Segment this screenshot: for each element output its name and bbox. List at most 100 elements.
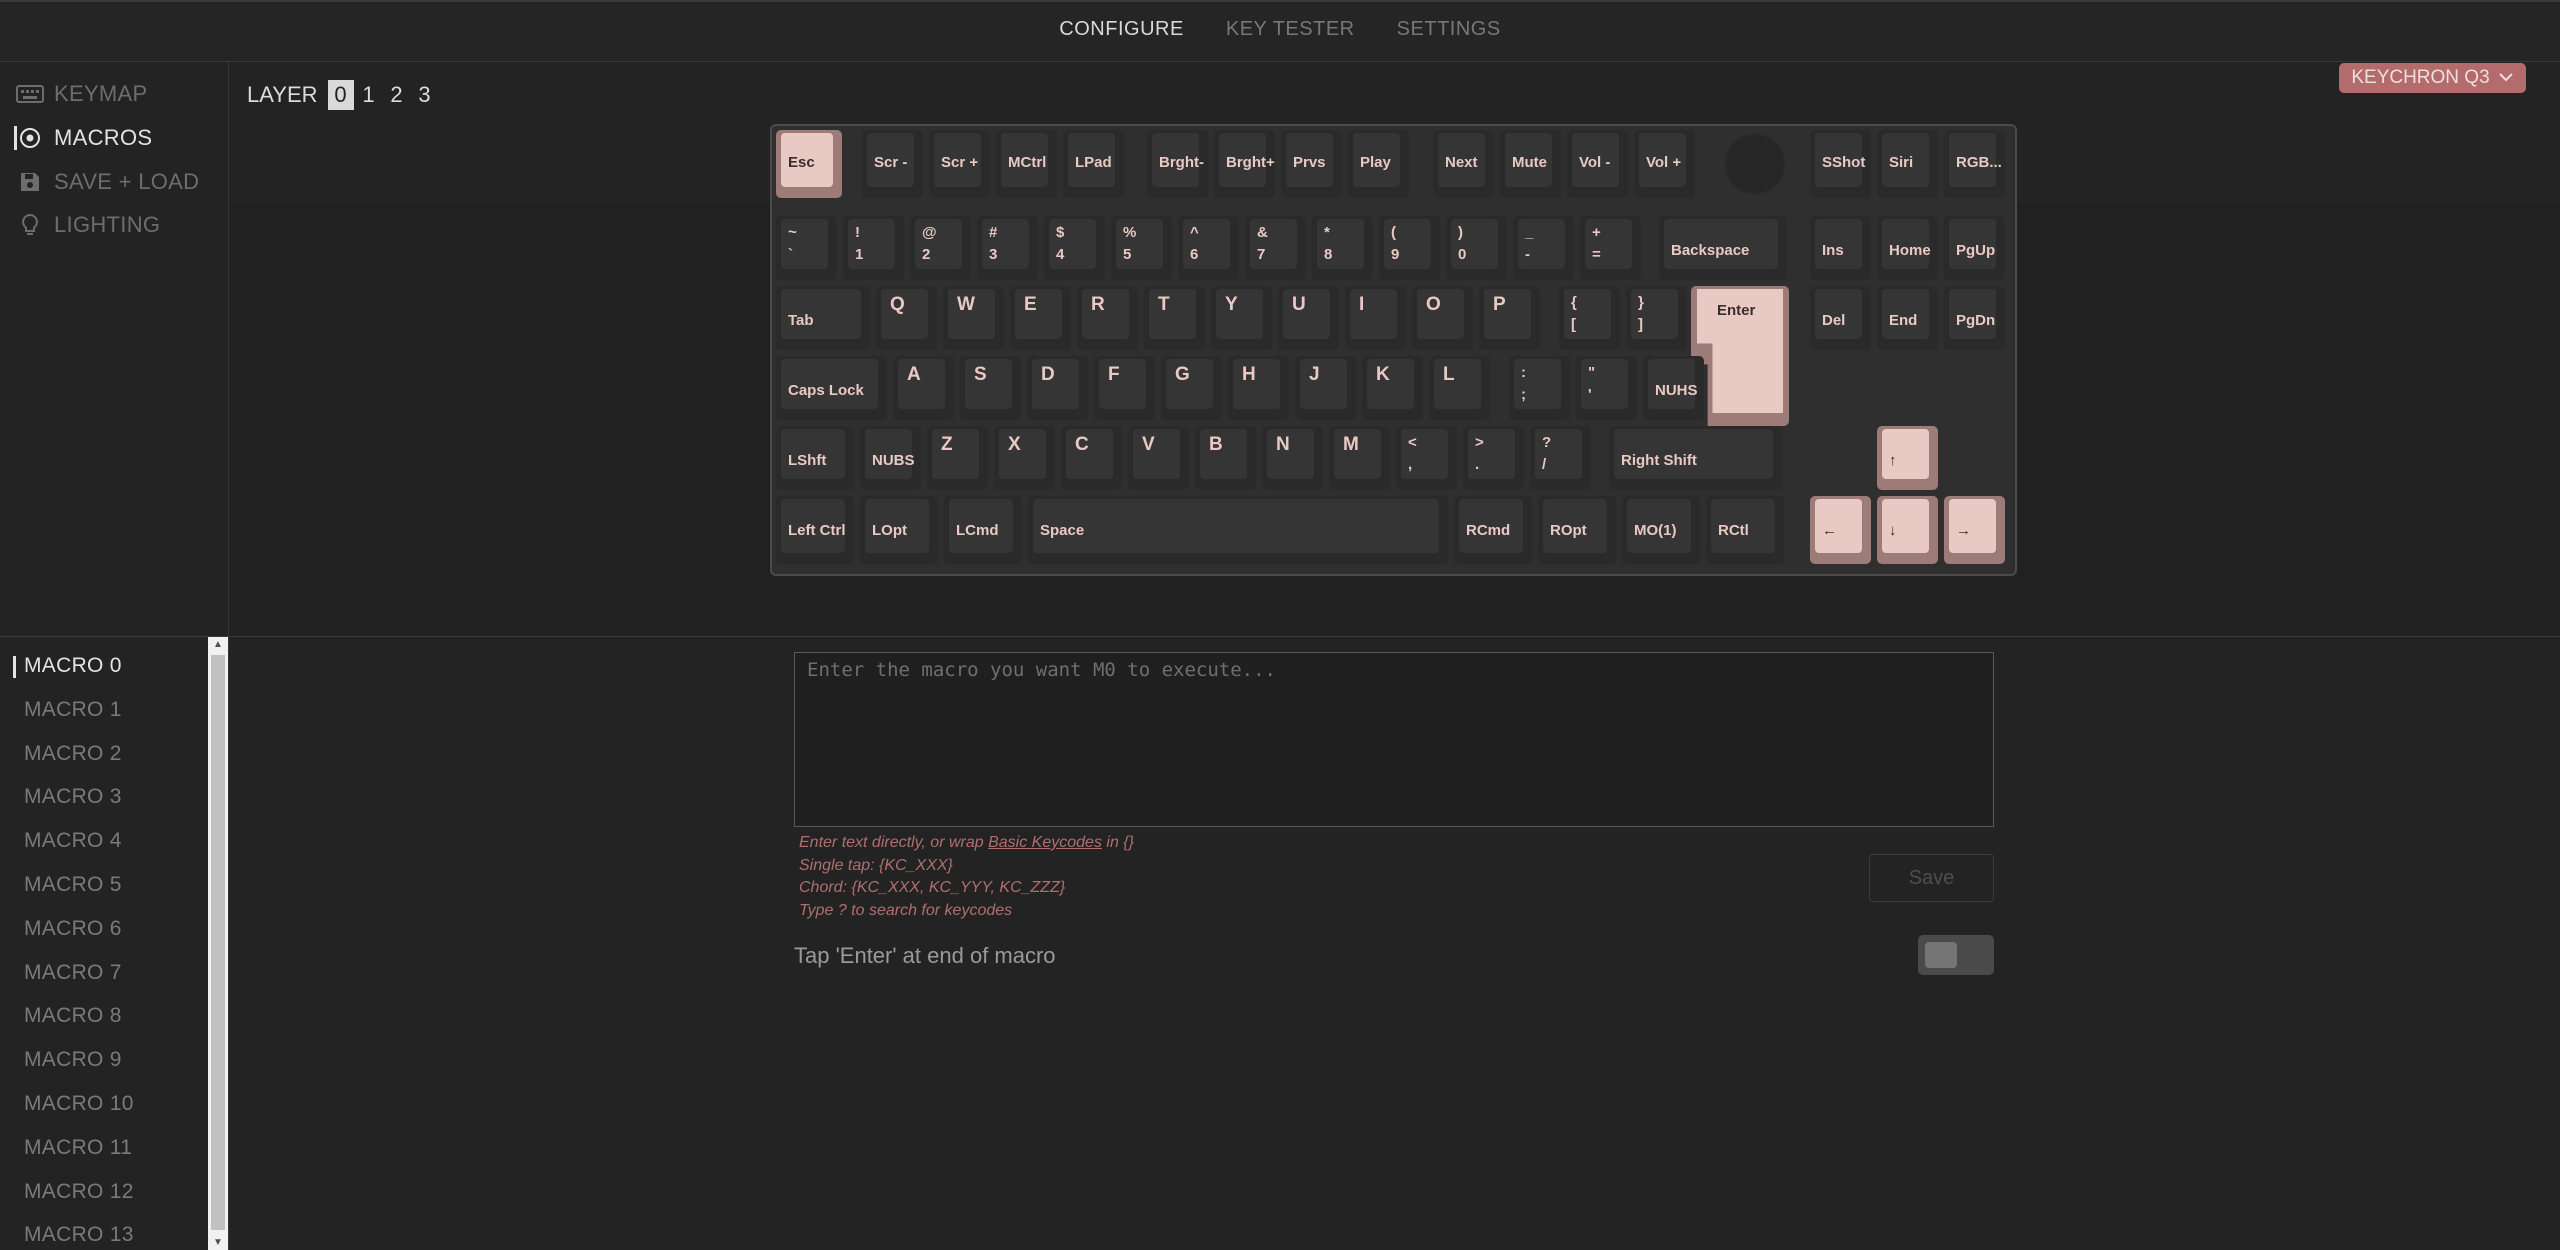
key-nuhs[interactable]: NUHS — [1643, 356, 1704, 420]
key-8[interactable]: * 8 — [1312, 216, 1373, 280]
key-lopt[interactable]: LOpt — [860, 496, 938, 564]
macro-list-item[interactable]: MACRO 0 — [13, 654, 122, 678]
key-w[interactable]: W — [943, 286, 1004, 350]
macro-list-item[interactable]: MACRO 11 — [24, 1136, 132, 1160]
key-scr[interactable]: Scr - — [862, 130, 923, 198]
key-tab[interactable]: Tab — [776, 286, 870, 350]
macro-list-item[interactable]: MACRO 2 — [24, 742, 122, 766]
layer-0-button[interactable]: 0 — [327, 80, 354, 110]
key-symbol[interactable]: >. — [1463, 426, 1524, 490]
key-3[interactable]: #3 — [977, 216, 1038, 280]
key-rgb[interactable]: RGB... — [1944, 130, 2005, 198]
key-siri[interactable]: Siri — [1877, 130, 1938, 198]
key-x[interactable]: X — [994, 426, 1055, 490]
key-mute[interactable]: Mute — [1500, 130, 1561, 198]
key-right-shift[interactable]: Right Shift — [1609, 426, 1782, 490]
key-t[interactable]: T — [1144, 286, 1205, 350]
tab-key-tester[interactable]: KEY TESTER — [1226, 18, 1355, 41]
macro-list-scrollbar[interactable]: ▲ ▼ — [208, 637, 228, 1250]
key-q[interactable]: Q — [876, 286, 937, 350]
key-y[interactable]: Y — [1211, 286, 1272, 350]
key-play[interactable]: Play — [1348, 130, 1409, 198]
key-i[interactable]: I — [1345, 286, 1406, 350]
key-nubs[interactable]: NUBS — [860, 426, 921, 490]
key-mo-1[interactable]: MO(1) — [1622, 496, 1700, 564]
key-b[interactable]: B — [1195, 426, 1256, 490]
key-sshot[interactable]: SShot — [1810, 130, 1871, 198]
key-symbol[interactable]: {[ — [1559, 286, 1620, 350]
key-symbol[interactable]: → — [1944, 496, 2005, 564]
key-symbol[interactable]: }] — [1626, 286, 1687, 350]
key-2[interactable]: @2 — [910, 216, 971, 280]
sidebar-item-lighting[interactable]: LIGHTING — [14, 207, 160, 243]
key-rcmd[interactable]: RCmd — [1454, 496, 1532, 564]
macro-list-item[interactable]: MACRO 12 — [24, 1180, 134, 1204]
key-left-ctrl[interactable]: Left Ctrl — [776, 496, 854, 564]
key-vol[interactable]: Vol - — [1567, 130, 1628, 198]
key-backspace[interactable]: Backspace — [1659, 216, 1787, 280]
key-a[interactable]: A — [893, 356, 954, 420]
key-rctl[interactable]: RCtl — [1706, 496, 1784, 564]
key-n[interactable]: N — [1262, 426, 1323, 490]
key-enter[interactable]: Enter — [1691, 286, 1789, 426]
key-symbol[interactable]: <, — [1396, 426, 1457, 490]
key-ins[interactable]: Ins — [1810, 216, 1871, 280]
key-brght[interactable]: Brght+ — [1214, 130, 1275, 198]
key-space[interactable]: Space — [1028, 496, 1448, 564]
key-c[interactable]: C — [1061, 426, 1122, 490]
key-4[interactable]: $4 — [1044, 216, 1105, 280]
key-ropt[interactable]: ROpt — [1538, 496, 1616, 564]
key-symbol[interactable]: ? / — [1530, 426, 1591, 490]
macro-list-item[interactable]: MACRO 7 — [24, 961, 122, 985]
key-j[interactable]: J — [1295, 356, 1356, 420]
key-6[interactable]: ^ 6 — [1178, 216, 1239, 280]
key-o[interactable]: O — [1412, 286, 1473, 350]
rotary-knob[interactable] — [1724, 133, 1786, 195]
key-0[interactable]: ) 0 — [1446, 216, 1507, 280]
key-d[interactable]: D — [1027, 356, 1088, 420]
key-l[interactable]: L — [1429, 356, 1490, 420]
key-u[interactable]: U — [1278, 286, 1339, 350]
key-p[interactable]: P — [1479, 286, 1540, 350]
key-s[interactable]: S — [960, 356, 1021, 420]
key-symbol[interactable]: ↓ — [1877, 496, 1938, 564]
layer-2-button[interactable]: 2 — [384, 80, 410, 110]
tab-configure[interactable]: CONFIGURE — [1059, 18, 1184, 41]
tab-settings[interactable]: SETTINGS — [1397, 18, 1501, 41]
key-z[interactable]: Z — [927, 426, 988, 490]
tap-enter-toggle[interactable] — [1918, 935, 1994, 975]
key-h[interactable]: H — [1228, 356, 1289, 420]
key-7[interactable]: & 7 — [1245, 216, 1306, 280]
key-pgup[interactable]: PgUp — [1944, 216, 2005, 280]
key-symbol[interactable]: :; — [1509, 356, 1570, 420]
key-mctrl[interactable]: MCtrl — [996, 130, 1057, 198]
key-pgdn[interactable]: PgDn — [1944, 286, 2005, 350]
macro-input[interactable]: Enter the macro you want M0 to execute..… — [794, 652, 1994, 827]
key-1[interactable]: ! 1 — [843, 216, 904, 280]
save-button[interactable]: Save — [1869, 854, 1994, 902]
key-symbol[interactable]: ↑ — [1877, 426, 1938, 490]
key-e[interactable]: E — [1010, 286, 1071, 350]
key-f[interactable]: F — [1094, 356, 1155, 420]
key-symbol[interactable]: " ' — [1576, 356, 1637, 420]
key-home[interactable]: Home — [1877, 216, 1938, 280]
key-caps-lock[interactable]: Caps Lock — [776, 356, 887, 420]
key-k[interactable]: K — [1362, 356, 1423, 420]
key-m[interactable]: M — [1329, 426, 1390, 490]
layer-3-button[interactable]: 3 — [412, 80, 438, 110]
key-next[interactable]: Next — [1433, 130, 1494, 198]
sidebar-item-macros[interactable]: MACROS — [14, 120, 152, 156]
macro-list-item[interactable]: MACRO 13 — [24, 1223, 134, 1247]
key-vol[interactable]: Vol + — [1634, 130, 1695, 198]
key-lcmd[interactable]: LCmd — [944, 496, 1022, 564]
key-v[interactable]: V — [1128, 426, 1189, 490]
scroll-thumb[interactable] — [211, 655, 225, 1230]
macro-list-item[interactable]: MACRO 9 — [24, 1048, 122, 1072]
layer-1-button[interactable]: 1 — [356, 80, 382, 110]
key-brght[interactable]: Brght- — [1147, 130, 1208, 198]
macro-list-item[interactable]: MACRO 6 — [24, 917, 122, 941]
key-end[interactable]: End — [1877, 286, 1938, 350]
key-symbol[interactable]: _ - — [1513, 216, 1574, 280]
basic-keycodes-link[interactable]: Basic Keycodes — [988, 834, 1102, 851]
key-symbol[interactable]: ~ ` — [776, 216, 837, 280]
